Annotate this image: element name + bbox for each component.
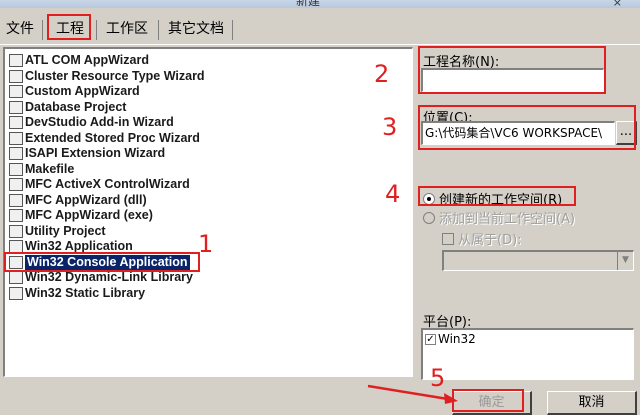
annotation-arrow-icon: [367, 384, 458, 404]
